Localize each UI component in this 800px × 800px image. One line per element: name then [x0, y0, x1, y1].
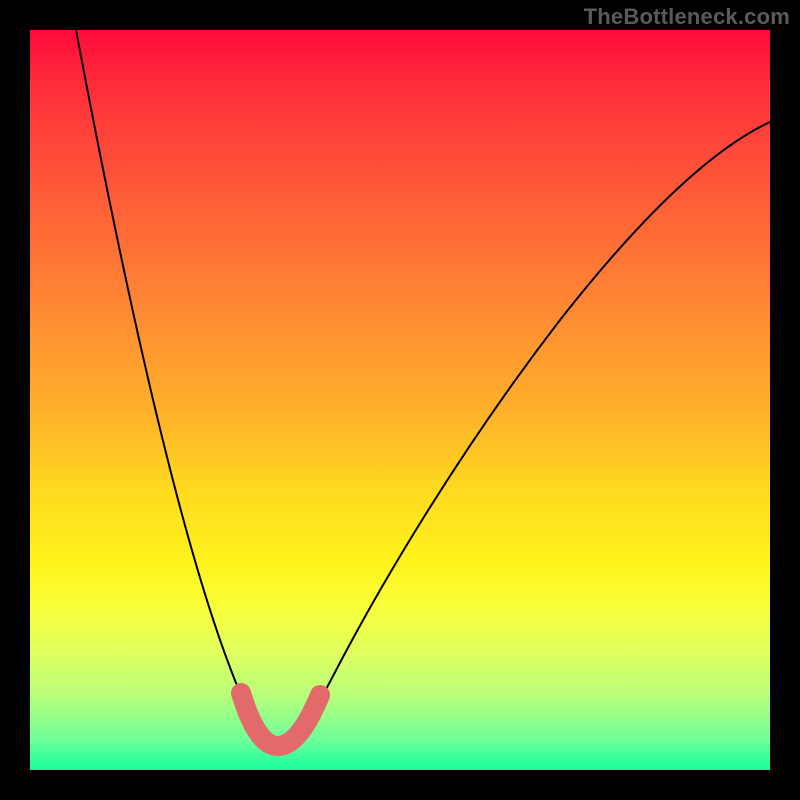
- chart-stage: TheBottleneck.com: [0, 0, 800, 800]
- chart-svg: [30, 30, 770, 770]
- watermark-text: TheBottleneck.com: [584, 4, 790, 30]
- plot-area: [30, 30, 770, 770]
- black-curve: [76, 30, 770, 745]
- pink-valley-highlight: [241, 693, 320, 746]
